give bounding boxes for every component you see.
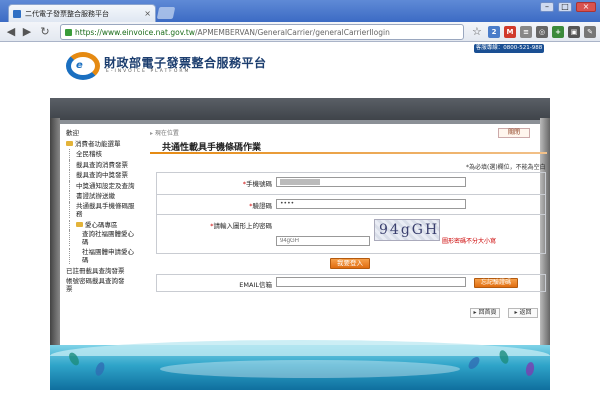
gmail-icon[interactable]: M: [504, 26, 516, 38]
maximize-button[interactable]: □: [558, 2, 572, 12]
sidebar-item-winning-notify[interactable]: 中獎通知設定及查詢: [69, 180, 148, 191]
breadcrumb: 現在位置: [150, 128, 179, 137]
title-divider: [150, 152, 547, 154]
logo-icon: [66, 52, 100, 80]
extension-icon[interactable]: ≡: [520, 26, 532, 38]
sidebar-item-account-carrier[interactable]: 帳號密碼載具查詢發票: [66, 277, 130, 293]
sidebar-root[interactable]: 歡迎: [66, 128, 148, 139]
captcha-input[interactable]: [276, 236, 370, 246]
phone-label: *手機號碼: [242, 180, 272, 188]
extension-badge[interactable]: 2: [488, 26, 500, 38]
masked-phone-value: [280, 179, 320, 185]
phone-input[interactable]: [276, 177, 466, 187]
extension-icon-3[interactable]: +: [552, 26, 564, 38]
login-button[interactable]: 我要登入: [330, 258, 370, 269]
sidebar-item-document-trial[interactable]: 書證試辦送繳: [69, 191, 148, 202]
site-subtitle: E-INVOICE PLATFORM: [106, 69, 191, 74]
footer-wave-highlight: [160, 360, 460, 378]
sidebar-item-apply-love-code[interactable]: 社福團體申請愛心碼: [69, 248, 135, 264]
email-input[interactable]: [276, 277, 466, 287]
captcha-hint: 圖形密碼不分大小寫: [442, 238, 497, 245]
tab-close-icon[interactable]: ×: [144, 9, 151, 18]
sidebar-item-audit[interactable]: 全民稽核: [69, 149, 148, 160]
hotline-badge: 客服專線：0800-521-988: [474, 44, 544, 53]
forward-icon[interactable]: ▶: [20, 25, 34, 39]
close-window-button[interactable]: ×: [576, 2, 596, 12]
verify-code-input[interactable]: ••••: [276, 199, 466, 209]
sidebar-item-carrier-winning[interactable]: 載具查詢中獎發票: [69, 170, 148, 181]
new-tab-button[interactable]: [156, 7, 176, 19]
verify-code-label: *驗證碼: [249, 202, 272, 210]
close-button[interactable]: 關閉: [498, 128, 530, 138]
sidebar-item-carrier-invoice[interactable]: 載具查詢消費發票: [69, 159, 148, 170]
header-band: [50, 98, 550, 120]
captcha-label: *請輸入圖形上的密碼: [210, 222, 272, 230]
wrench-icon[interactable]: ✎: [584, 26, 596, 38]
email-label: EMAIL信箱: [239, 281, 272, 289]
favicon-icon: [13, 9, 21, 18]
required-note: *為必填(選)欄位，不能為空白: [466, 164, 546, 171]
extension-icon-2[interactable]: ◎: [536, 26, 548, 38]
url-text: https://www.einvoice.nat.gov.tw/APMEMBER…: [75, 27, 390, 37]
sidebar-item-registered-carrier[interactable]: 已註冊載具查詢發票: [66, 266, 148, 277]
back-button[interactable]: ▸ 返回: [508, 308, 538, 318]
extension-icon-4[interactable]: ▣: [568, 26, 580, 38]
header-band-shadow: [50, 120, 550, 124]
reload-icon[interactable]: ↻: [38, 25, 52, 39]
back-icon[interactable]: ◀: [4, 25, 18, 39]
logo-mark: e: [76, 60, 83, 71]
sidebar-menu: 歡迎 消費者功能選單 全民稽核 載具查詢消費發票 載具查詢中獎發票 中獎通知設定…: [66, 128, 148, 295]
form-divider: [156, 194, 546, 195]
forgot-code-button[interactable]: 忘記驗證碼: [474, 278, 518, 288]
minimize-button[interactable]: –: [540, 2, 554, 12]
frame-left: [50, 118, 60, 348]
tab-title: 二代電子發票整合服務平台: [25, 9, 109, 18]
sidebar-item-love-code[interactable]: 愛心碼專區: [69, 219, 148, 230]
sidebar-item-mobile-barcode[interactable]: 共通載具手機條碼服務: [69, 201, 139, 218]
sidebar-item-consumer-menu[interactable]: 消費者功能選單: [66, 139, 148, 150]
address-bar[interactable]: https://www.einvoice.nat.gov.tw/APMEMBER…: [60, 24, 464, 40]
lock-icon: [65, 28, 72, 36]
star-icon[interactable]: ☆: [472, 25, 482, 38]
browser-tab[interactable]: 二代電子發票整合服務平台 ×: [8, 4, 156, 22]
captcha-image: 94gGH: [374, 219, 440, 241]
form-divider: [156, 214, 546, 215]
sidebar-item-query-love-code[interactable]: 查詢社福團體愛心碼: [69, 230, 135, 246]
home-button[interactable]: ▸ 回首頁: [470, 308, 500, 318]
